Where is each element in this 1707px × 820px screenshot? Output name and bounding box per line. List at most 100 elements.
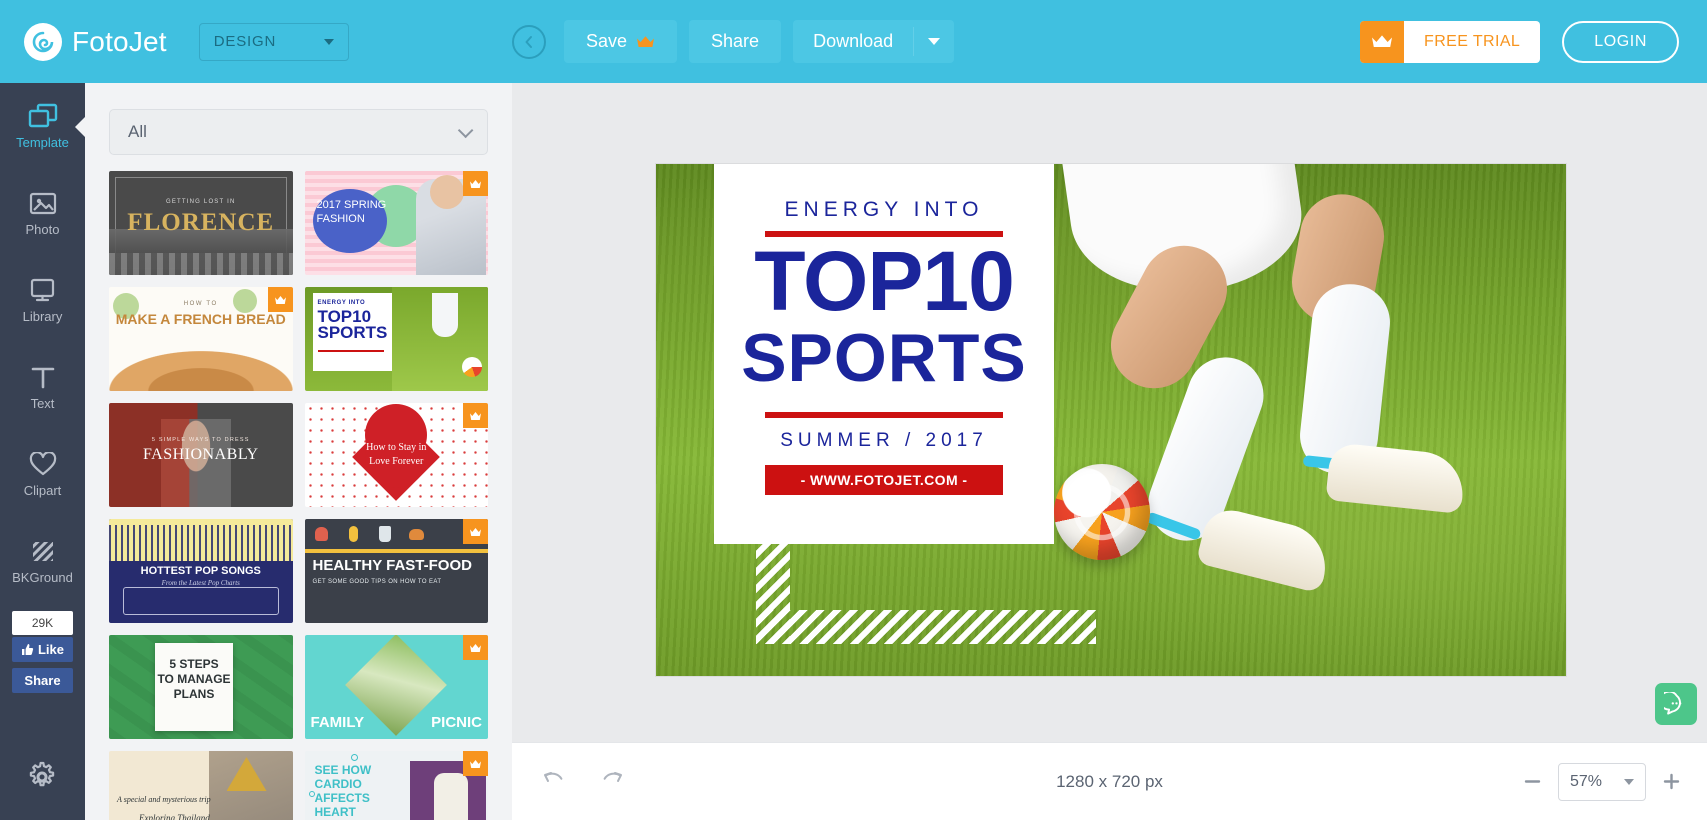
zoom-out-button[interactable]: [1523, 772, 1542, 791]
premium-crown-icon: [463, 751, 488, 776]
facebook-share-button[interactable]: Share: [12, 668, 73, 693]
template-thumb-top10-sports[interactable]: ENERGY INTO TOP10 SPORTS: [304, 287, 488, 391]
sidebar-label-template: Template: [16, 135, 69, 150]
status-bar: 1280 x 720 px 57%: [512, 742, 1707, 820]
plus-icon: [1663, 773, 1680, 790]
layers-icon: [28, 103, 57, 128]
trial-crown-badge: [1360, 20, 1405, 63]
thumb-line1: HOW TO: [183, 301, 218, 307]
undo-button[interactable]: [542, 769, 568, 794]
sidebar-item-library[interactable]: Library: [0, 257, 85, 344]
template-thumb-spring-fashion[interactable]: 2017 SPRING FASHION: [304, 171, 488, 275]
thumb-line1: FAMILY: [310, 714, 365, 731]
template-filter-wrap: All: [85, 83, 512, 167]
thumb-line2: Love Forever: [369, 455, 424, 467]
template-thumb-fashionably[interactable]: 5 SIMPLE WAYS TO DRESS FASHIONABLY: [109, 403, 293, 507]
save-button[interactable]: Save: [564, 20, 678, 63]
template-thumb-love-forever[interactable]: How to Stay in Love Forever: [304, 403, 488, 507]
chevron-down-icon: [323, 38, 334, 45]
template-thumb-family-picnic[interactable]: FAMILY PICNIC: [304, 635, 488, 739]
sidebar-item-photo[interactable]: Photo: [0, 170, 85, 257]
template-thumb-pop-songs[interactable]: HOTTEST POP SONGS From the Latest Pop Ch…: [109, 519, 293, 623]
share-button[interactable]: Share: [689, 20, 782, 63]
redo-button[interactable]: [598, 769, 624, 794]
template-thumb-florence[interactable]: GETTING LOST IN FLORENCE: [109, 171, 293, 275]
share-label: Share: [711, 31, 760, 51]
thumb-line2: TO MANAGE PLANS: [157, 672, 231, 701]
top-toolbar: FotoJet DESIGN Save Share Download FREE …: [0, 0, 1707, 83]
monitor-icon: [30, 278, 55, 301]
sidebar-item-clipart[interactable]: Clipart: [0, 431, 85, 518]
text-t-icon: [31, 367, 54, 388]
thumb-line2: FASHION: [316, 212, 365, 225]
design-url-banner: - WWW.FOTOJET.COM -: [765, 464, 1003, 495]
thumb-line1: How to Stay in: [366, 442, 427, 453]
editor-actions: Save Share Download: [512, 20, 955, 63]
thumb-line1: HOTTEST POP SONGS: [140, 565, 261, 577]
design-mode-select[interactable]: DESIGN: [198, 22, 349, 61]
free-trial-button[interactable]: FREE TRIAL: [1360, 20, 1541, 63]
template-panel: All GETTING LOST IN FLORENCE 2017 SPRING…: [85, 83, 512, 820]
save-label: Save: [586, 31, 628, 51]
sidebar-label-photo: Photo: [25, 221, 60, 237]
gear-icon: [29, 761, 55, 787]
template-thumb-french-bread[interactable]: HOW TO MAKE A FRENCH BREAD: [109, 287, 293, 391]
facebook-like-label: Like: [37, 642, 64, 657]
sidebar-item-bkground[interactable]: BKGround: [0, 518, 85, 605]
download-button[interactable]: Download: [793, 20, 913, 63]
facebook-share-label: Share: [24, 673, 61, 688]
redo-arrow-icon: [603, 772, 622, 782]
canvas-stage: ENERGY INTO TOP10 SPORTS SUMMER / 2017 -…: [512, 83, 1707, 742]
settings-button[interactable]: [26, 761, 58, 798]
chevron-down-icon: [928, 38, 941, 45]
login-button[interactable]: LOGIN: [1562, 20, 1679, 63]
facebook-like-count: 29K: [12, 611, 73, 635]
thumbs-up-icon: [21, 644, 34, 655]
sidebar-item-text[interactable]: Text: [0, 344, 85, 431]
sidebar-label-text: Text: [30, 395, 55, 411]
premium-crown-icon: [463, 519, 488, 544]
thumb-line1: 5 STEPS: [169, 657, 219, 671]
history-controls: [542, 769, 624, 794]
design-canvas[interactable]: ENERGY INTO TOP10 SPORTS SUMMER / 2017 -…: [656, 164, 1566, 676]
template-thumb-healthy-fast-food[interactable]: HEALTHY FAST-FOOD GET SOME GOOD TIPS ON …: [304, 519, 488, 623]
image-icon: [29, 192, 56, 214]
sidebar-label-library: Library: [22, 308, 63, 324]
hatch-square-icon: [32, 541, 53, 561]
design-mode-label: DESIGN: [213, 33, 277, 50]
category-filter-value: All: [128, 122, 147, 141]
download-dropdown-toggle[interactable]: [914, 20, 954, 63]
template-thumb-exploring-thailand[interactable]: A special and mysterious trip Exploring …: [109, 751, 293, 820]
thumb-line2: From the Latest Pop Charts: [161, 579, 240, 587]
thumb-line2: MAKE A FRENCH BREAD: [115, 311, 286, 327]
crown-icon: [1372, 35, 1393, 47]
support-chat-button[interactable]: [1655, 683, 1697, 725]
template-thumb-cardio-heart[interactable]: SEE HOW CARDIO AFFECTS HEART: [304, 751, 488, 820]
account-actions: FREE TRIAL LOGIN: [1360, 0, 1679, 83]
back-button[interactable]: [512, 24, 546, 59]
download-button-group[interactable]: Download: [793, 20, 955, 63]
thumb-line2: PICNIC: [431, 714, 482, 731]
thumb-line1: 2017 SPRING: [316, 199, 387, 211]
zoom-in-button[interactable]: [1662, 772, 1681, 791]
zoom-controls: 57%: [1523, 762, 1681, 801]
facebook-like-button[interactable]: Like: [12, 637, 73, 662]
fotojet-logo-icon: [24, 22, 62, 61]
category-filter-select[interactable]: All: [109, 109, 488, 155]
thumb-line2: FASHIONABLY: [142, 446, 259, 463]
thumb-line1: 5 SIMPLE WAYS TO DRESS: [151, 437, 250, 443]
premium-crown-icon: [463, 171, 488, 196]
free-trial-label: FREE TRIAL: [1424, 32, 1521, 50]
chevron-left-icon: [525, 35, 532, 48]
thumb-line1: ENERGY INTO: [317, 300, 366, 306]
brand-zone: FotoJet DESIGN: [0, 0, 512, 83]
template-thumb-manage-plans[interactable]: 5 STEPS TO MANAGE PLANS: [109, 635, 293, 739]
sidebar-item-template[interactable]: Template: [0, 83, 86, 170]
design-headline: TOP10: [754, 234, 1015, 328]
zoom-level-select[interactable]: 57%: [1558, 762, 1646, 801]
heart-icon: [29, 451, 56, 475]
thumb-line2: Exploring Thailand: [139, 813, 210, 820]
facebook-widget: 29K Like Share: [12, 611, 73, 693]
design-eyebrow: ENERGY INTO: [784, 198, 984, 221]
sidebar-label-clipart: Clipart: [23, 482, 62, 498]
